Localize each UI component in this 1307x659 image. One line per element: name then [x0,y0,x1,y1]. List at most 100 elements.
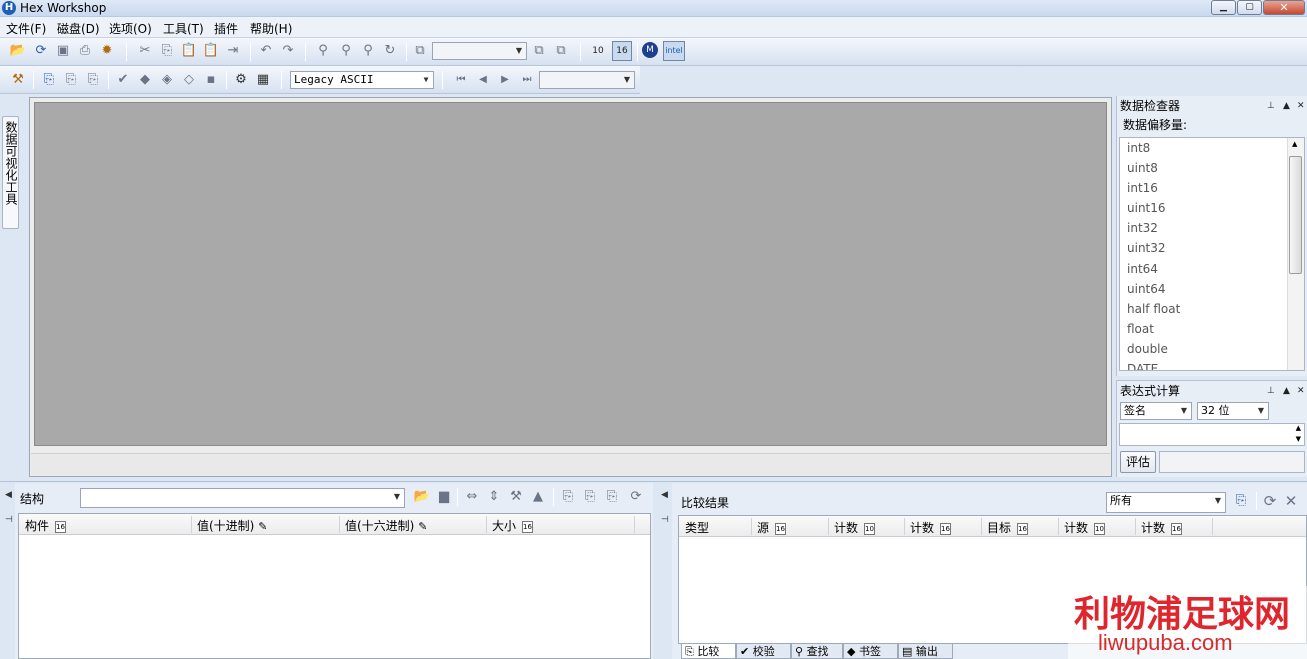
copy-icon[interactable]: ⎘ [158,42,176,60]
collapse-icon[interactable]: ▲ [1283,381,1290,401]
list-item[interactable]: uint32 [1127,241,1166,255]
close-button[interactable]: ✕ [1263,0,1305,15]
column-header-type[interactable]: 类型 [685,519,709,536]
bits-select[interactable]: 32 位 ▼ [1197,402,1269,420]
scrollbar-thumb[interactable] [1289,156,1302,274]
list-item[interactable]: int16 [1127,181,1158,195]
pin-icon[interactable]: ⊥ [1267,381,1275,401]
spin-down-icon[interactable]: ▼ [1296,435,1301,443]
list-item[interactable]: int64 [1127,262,1158,276]
refresh-icon[interactable]: ⟳ [627,488,645,506]
menu-disk[interactable]: 磁盘(D) [57,20,100,37]
tab-bookmarks[interactable]: ◆ 书签 [843,644,898,659]
column-header-member[interactable]: 构件 16 [25,517,67,534]
column-header-source[interactable]: 源 16 [757,519,787,536]
redo-icon[interactable]: ↷ [279,42,297,60]
bookmark-edit-icon[interactable]: ◇ [180,71,198,89]
list-item[interactable]: float [1127,322,1154,336]
compare-filter-select[interactable]: 所有 ▼ [1106,492,1226,513]
find-next-icon[interactable]: ⚲ [359,42,377,60]
refresh-icon[interactable]: ⟳ [1261,492,1279,510]
last-record-icon[interactable]: ⏭ [518,71,536,89]
menu-file[interactable]: 文件(F) [6,20,46,37]
menu-tools[interactable]: 工具(T) [163,20,204,37]
pin-icon[interactable]: ⊣ [661,515,669,525]
column-header-size[interactable]: 大小 16 [492,517,534,534]
hex-mode-icon[interactable]: 16 [612,41,632,61]
compare-copy-icon[interactable]: ⎘ [1232,492,1250,510]
list-item[interactable]: uint16 [1127,201,1166,215]
undo-icon[interactable]: ↶ [257,42,275,60]
replace-icon[interactable]: ↻ [381,42,399,60]
column-header-count[interactable]: 计数 10 [1064,519,1106,536]
evaluate-button[interactable]: 评估 [1120,451,1156,473]
find-icon[interactable]: ⚲ [314,42,332,60]
intel-byte-order-icon[interactable]: intel [663,41,685,61]
tab-checksum[interactable]: ✔ 校验 [736,644,791,659]
structure-table[interactable]: 构件 16 值(十进制) ✎ 值(十六进制) ✎ 大小 16 [18,513,651,659]
find-previous-icon[interactable]: ⚲ [337,42,355,60]
copy-value-icon[interactable]: ⎘ [581,488,599,506]
bookmark-icon[interactable]: ◆ [136,71,154,89]
encoding-select[interactable]: Legacy ASCII ▼ [290,71,434,89]
expression-input[interactable]: ▲ ▼ [1119,423,1305,446]
compare-prev-icon[interactable]: ⎘ [62,71,80,89]
next-record-icon[interactable]: ▶ [496,71,514,89]
collapse-left-icon[interactable]: ◀ [5,490,12,500]
column-header-target[interactable]: 目标 16 [987,519,1029,536]
pin-icon[interactable]: ⊥ [1267,96,1275,116]
previous-record-icon[interactable]: ◀ [474,71,492,89]
menu-plugins[interactable]: 插件 [214,20,238,37]
save-icon[interactable]: ▣ [54,42,72,60]
hammer-icon[interactable]: ⚒ [9,71,27,89]
clear-icon[interactable]: ✕ [1282,492,1300,510]
pin-icon[interactable]: ⊣ [5,515,13,525]
calculator-icon[interactable]: ▦ [254,71,272,89]
bookmark-add-icon[interactable]: ◈ [158,71,176,89]
expand-all-icon[interactable]: ⇕ [485,488,503,506]
data-visualizer-tab[interactable]: 数据可视化工具 [2,116,19,229]
menu-options[interactable]: 选项(O) [109,20,152,37]
collapse-all-icon[interactable]: ⇔ [463,488,481,506]
column-header-count[interactable]: 计数 10 [834,519,876,536]
maximize-button[interactable]: ▢ [1237,0,1262,15]
menu-help[interactable]: 帮助(H) [250,20,292,37]
collapse-icon[interactable]: ▲ [1283,96,1290,116]
minimize-button[interactable]: ▁ [1211,0,1236,15]
gear-icon[interactable]: ⚙ [232,71,250,89]
copy-icon[interactable]: ⎘ [559,488,577,506]
checksum-icon[interactable]: ✔ [114,71,132,89]
print-icon[interactable]: ⎙ [76,42,94,60]
list-item[interactable]: uint64 [1127,282,1166,296]
scroll-up-icon[interactable]: ▲ [1292,140,1297,148]
close-icon[interactable]: ✕ [1297,96,1305,116]
decimal-mode-icon[interactable]: 10 [589,42,607,60]
column-header-count[interactable]: 计数 16 [910,519,952,536]
list-item[interactable]: double [1127,342,1168,356]
paste-icon[interactable]: 📋 [180,42,198,60]
goto-back-icon[interactable]: ⧉ [530,42,548,60]
open-structure-icon[interactable]: 📂 [413,488,431,506]
data-type-list[interactable]: int8 uint8 int16 uint16 int32 uint32 int… [1119,137,1305,371]
export-icon[interactable]: ⎘ [603,488,621,506]
cut-icon[interactable]: ✂ [136,42,154,60]
sign-select[interactable]: 签名 ▼ [1120,402,1192,420]
refresh-file-icon[interactable]: ⟳ [32,42,50,60]
bookmark-delete-icon[interactable]: ▪ [202,71,220,89]
compare-next-icon[interactable]: ⎘ [84,71,102,89]
close-icon[interactable]: ✕ [1297,381,1305,401]
goto-forward-icon[interactable]: ⧉ [552,42,570,60]
record-combo[interactable]: ▼ [539,71,635,89]
goto-combo[interactable]: ▼ [432,42,527,60]
tab-compare[interactable]: ⎘ 比较 [681,644,736,659]
list-item[interactable]: uint8 [1127,161,1158,175]
column-header-count[interactable]: 计数 16 [1141,519,1183,536]
list-item[interactable]: int32 [1127,221,1158,235]
list-item[interactable]: DATE [1127,362,1158,370]
compare-icon[interactable]: ⎘ [40,71,58,89]
up-icon[interactable]: ▲ [529,488,547,506]
list-item[interactable]: half float [1127,302,1180,316]
properties-icon[interactable]: ✹ [98,42,116,60]
list-item[interactable]: int8 [1127,141,1150,155]
spin-up-icon[interactable]: ▲ [1296,424,1301,432]
